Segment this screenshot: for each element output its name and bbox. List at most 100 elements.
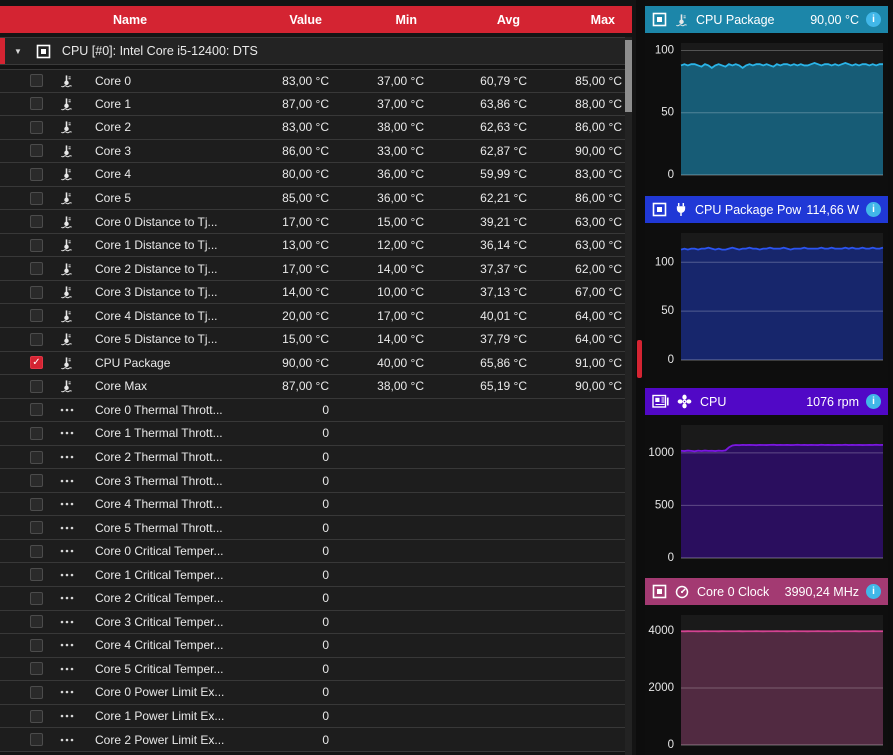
row-checkbox[interactable] [30, 332, 43, 346]
table-row[interactable]: Core 0 83,00 °C 37,00 °C 60,79 °C 85,00 … [0, 69, 625, 93]
row-checkbox[interactable] [30, 120, 43, 134]
graph-panel-header[interactable]: CPU 1076 rpm i [645, 388, 888, 415]
row-checkbox[interactable] [30, 685, 43, 699]
column-header-min[interactable]: Min [332, 13, 427, 27]
table-row[interactable]: Core 3 Thermal Thrott... 0 [0, 469, 625, 493]
sensor-avg: 37,79 °C [480, 332, 527, 347]
sensor-value: 0 [322, 709, 329, 724]
row-checkbox[interactable] [30, 450, 43, 464]
thermometer-icon [60, 238, 95, 252]
row-checkbox[interactable] [30, 497, 43, 511]
sensor-value: 0 [322, 544, 329, 559]
table-row[interactable]: Core 2 Thermal Thrott... 0 [0, 445, 625, 470]
sensor-value: 0 [322, 402, 329, 417]
table-row[interactable]: Core 0 Thermal Thrott... 0 [0, 398, 625, 423]
row-checkbox[interactable] [30, 615, 43, 629]
row-checkbox[interactable] [30, 238, 43, 252]
row-checkbox[interactable] [30, 544, 43, 558]
graph-panel-header[interactable]: CPU Package Pow 114,66 W i [645, 196, 888, 223]
table-row[interactable]: Core Max 87,00 °C 38,00 °C 65,19 °C 90,0… [0, 375, 625, 399]
sensor-value: 0 [322, 591, 329, 606]
table-scrollbar[interactable] [625, 37, 632, 755]
info-icon[interactable]: i [866, 202, 881, 217]
table-row[interactable]: Core 5 Distance to Tj... 15,00 °C 14,00 … [0, 328, 625, 352]
row-checkbox[interactable] [30, 709, 43, 723]
row-checkbox[interactable] [30, 662, 43, 676]
thermometer-icon [60, 191, 95, 205]
sensor-group-row[interactable]: ▼ CPU [#0]: Intel Core i5-12400: DTS [0, 37, 632, 65]
row-checkbox[interactable] [30, 97, 43, 111]
thermometer-icon [60, 262, 95, 276]
row-checkbox[interactable] [30, 568, 43, 582]
info-icon[interactable]: i [866, 394, 881, 409]
table-row[interactable]: Core 4 Critical Temper... 0 [0, 634, 625, 658]
graph-panel-header[interactable]: CPU Package 90,00 °C i [645, 6, 888, 33]
sensor-avg: 60,79 °C [480, 73, 527, 88]
table-row[interactable]: Core 5 Thermal Thrott... 0 [0, 516, 625, 540]
row-checkbox[interactable] [30, 426, 43, 440]
table-row[interactable]: Core 2 83,00 °C 38,00 °C 62,63 °C 86,00 … [0, 116, 625, 140]
row-checkbox[interactable] [30, 167, 43, 181]
row-checkbox[interactable] [30, 285, 43, 299]
info-icon[interactable]: i [866, 12, 881, 27]
table-row[interactable]: Core 2 Power Limit Ex... 0 [0, 728, 625, 752]
table-row[interactable]: Core 4 Distance to Tj... 20,00 °C 17,00 … [0, 304, 625, 329]
plug-icon [675, 202, 687, 217]
row-checkbox[interactable] [30, 591, 43, 605]
row-checkbox[interactable] [30, 309, 43, 323]
row-checkbox[interactable] [30, 733, 43, 747]
table-row[interactable]: Core 1 87,00 °C 37,00 °C 63,86 °C 88,00 … [0, 92, 625, 117]
dots-icon [60, 502, 95, 506]
table-row[interactable]: Core 2 Distance to Tj... 17,00 °C 14,00 … [0, 257, 625, 281]
row-checkbox[interactable] [30, 262, 43, 276]
table-row[interactable]: Core 5 85,00 °C 36,00 °C 62,21 °C 86,00 … [0, 186, 625, 211]
table-row[interactable]: Core 4 Thermal Thrott... 0 [0, 492, 625, 517]
table-row[interactable]: Core 0 Power Limit Ex... 0 [0, 681, 625, 705]
row-checkbox[interactable] [30, 191, 43, 205]
row-checkbox[interactable] [30, 638, 43, 652]
table-row[interactable]: ✓ CPU Package 90,00 °C 40,00 °C 65,86 °C… [0, 351, 625, 376]
column-header-max[interactable]: Max [530, 13, 625, 27]
table-row[interactable]: Core 2 Critical Temper... 0 [0, 587, 625, 611]
table-row[interactable]: Core 1 Power Limit Ex... 0 [0, 704, 625, 729]
row-checkbox[interactable] [30, 74, 43, 88]
table-row[interactable]: Core 3 86,00 °C 33,00 °C 62,87 °C 90,00 … [0, 139, 625, 164]
sensor-name: Core 1 Critical Temper... [95, 567, 224, 582]
dots-icon [60, 549, 95, 553]
table-row[interactable]: Core 5 Critical Temper... 0 [0, 657, 625, 682]
table-row[interactable]: Core 1 Thermal Thrott... 0 [0, 422, 625, 446]
collapse-caret-icon[interactable]: ▼ [14, 47, 22, 56]
box-icon [652, 584, 667, 599]
sensor-value: 90,00 °C [282, 355, 329, 370]
sensor-value: 80,00 °C [282, 167, 329, 182]
sensor-avg: 37,13 °C [480, 285, 527, 300]
row-checkbox[interactable]: ✓ [30, 356, 43, 370]
row-checkbox[interactable] [30, 144, 43, 158]
column-header-avg[interactable]: Avg [427, 13, 530, 27]
graph-panel-value: 114,66 W [806, 202, 859, 217]
table-row[interactable]: Core 3 Distance to Tj... 14,00 °C 10,00 … [0, 280, 625, 305]
row-checkbox[interactable] [30, 215, 43, 229]
sensor-max: 63,00 °C [575, 214, 622, 229]
table-row[interactable]: Core 3 Critical Temper... 0 [0, 610, 625, 635]
table-row[interactable]: Core 1 Distance to Tj... 13,00 °C 12,00 … [0, 233, 625, 258]
sensor-name: Core 1 Distance to Tj... [95, 238, 218, 253]
info-icon[interactable]: i [866, 584, 881, 599]
table-scrollbar-thumb[interactable] [625, 40, 632, 112]
sensor-max: 64,00 °C [575, 308, 622, 323]
column-header-name[interactable]: Name [95, 13, 237, 27]
row-checkbox[interactable] [30, 474, 43, 488]
row-checkbox[interactable] [30, 379, 43, 393]
column-header-value[interactable]: Value [237, 13, 332, 27]
sensor-avg: 62,21 °C [480, 191, 527, 205]
table-row[interactable]: Core 1 Critical Temper... 0 [0, 563, 625, 588]
row-checkbox[interactable] [30, 403, 43, 417]
table-row[interactable]: Core 4 80,00 °C 36,00 °C 59,99 °C 83,00 … [0, 163, 625, 187]
sensor-min: 10,00 °C [377, 285, 424, 300]
table-row[interactable]: Core 0 Distance to Tj... 17,00 °C 15,00 … [0, 210, 625, 234]
table-row[interactable]: Core 0 Critical Temper... 0 [0, 539, 625, 564]
sensor-value: 15,00 °C [282, 332, 329, 347]
row-checkbox[interactable] [30, 521, 43, 535]
y-axis-tick-label: 0 [668, 552, 674, 564]
graph-panel-header[interactable]: Core 0 Clock 3990,24 MHz i [645, 578, 888, 605]
